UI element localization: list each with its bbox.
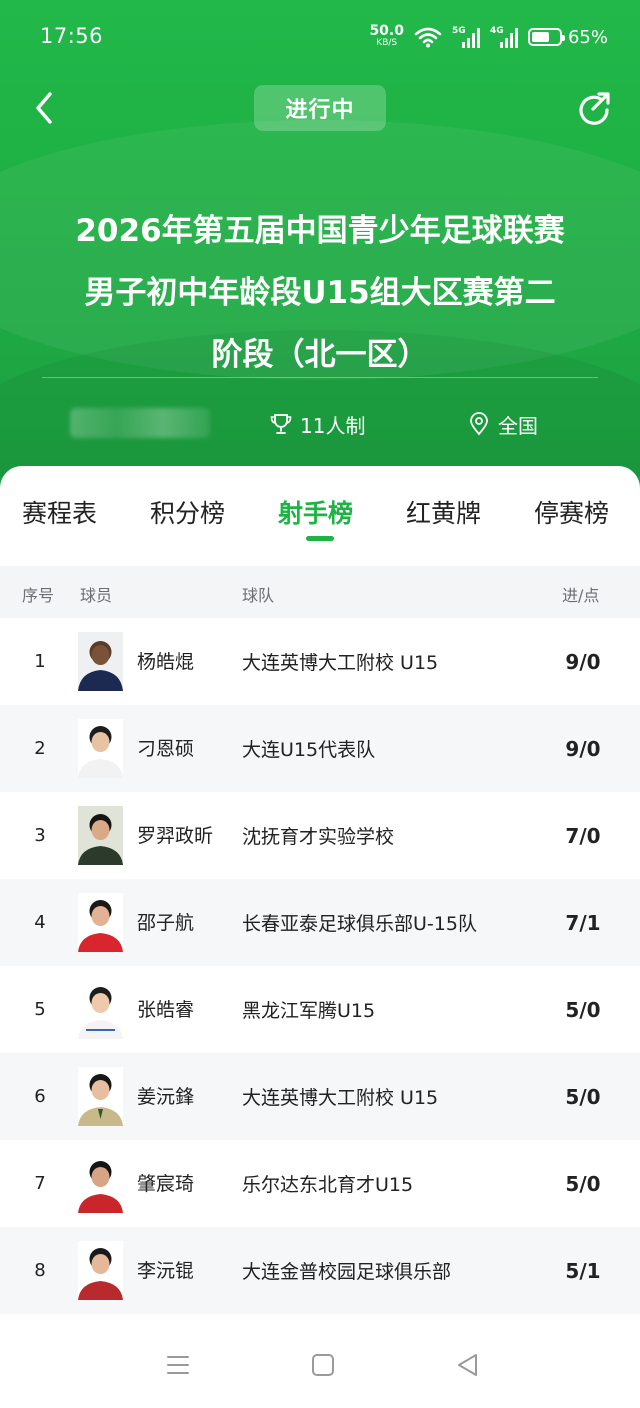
signal-5g-icon: 5G — [452, 26, 480, 48]
row-rank: 2 — [34, 738, 46, 759]
player-name: 刁恩硕 — [137, 737, 195, 760]
team-name: 大连英博大工附校 U15 — [242, 652, 439, 674]
header-goals: 进/点 — [562, 586, 600, 605]
row-rank: 3 — [34, 825, 46, 846]
trophy-icon — [270, 414, 292, 434]
table-header: 序号 球员 球队 进/点 — [0, 566, 640, 618]
match-format-label: 11人制 — [300, 413, 366, 438]
match-region-label: 全国 — [498, 413, 538, 438]
battery: 65% — [527, 26, 608, 48]
team-name: 乐尔达东北育才U15 — [242, 1174, 414, 1196]
table-row[interactable]: 7 肇宸琦 乐尔达东北育才U15 5/0 — [0, 1140, 640, 1227]
match-status-badge: 进行中 — [254, 85, 386, 131]
goals-penalties: 7/1 — [565, 910, 601, 935]
net-speed-value: 50.0 — [369, 23, 404, 39]
blurred-organizer-logo — [70, 408, 210, 438]
status-indicators: 50.0 KB/S 5G 4G 65% — [369, 22, 608, 52]
player-name: 杨皓焜 — [137, 650, 195, 673]
battery-percent: 65% — [567, 26, 608, 48]
table-row[interactable]: 4 邵子航 长春亚泰足球俱乐部U-15队 7/1 — [0, 879, 640, 966]
avatar — [78, 893, 123, 952]
wifi-icon — [414, 27, 442, 48]
row-rank: 5 — [34, 999, 46, 1020]
row-rank: 1 — [34, 651, 46, 672]
match-header: 17:56 50.0 KB/S 5G 4G 65% 进行中 2026年第五届中国… — [0, 0, 640, 500]
header-divider — [42, 377, 598, 378]
goals-penalties: 9/0 — [565, 649, 601, 674]
tab-suspensions[interactable]: 停赛榜 — [534, 494, 609, 530]
team-name: 大连金普校园足球俱乐部 — [242, 1261, 452, 1283]
goals-penalties: 5/1 — [565, 1258, 601, 1283]
system-nav-bar — [0, 1322, 640, 1408]
team-name: 长春亚泰足球俱乐部U-15队 — [242, 913, 477, 935]
scorers-table: 1 杨皓焜 大连英博大工附校 U15 9/0 2 刁恩硕 大连U15代表队 9/… — [0, 618, 640, 1314]
team-name: 黑龙江军腾U15 — [242, 1000, 376, 1022]
team-name: 大连英博大工附校 U15 — [242, 1087, 439, 1109]
match-region: 全国 — [468, 408, 538, 440]
active-tab-indicator — [306, 536, 334, 541]
tab-bar: 赛程表 积分榜 射手榜 红黄牌 停赛榜 — [0, 466, 640, 566]
row-rank: 8 — [34, 1260, 46, 1281]
net-speed-unit: KB/S — [376, 38, 398, 48]
header-rank: 序号 — [22, 586, 55, 605]
title-line-2: 男子初中年龄段U15组大区赛第二 — [84, 275, 556, 311]
battery-icon — [527, 28, 565, 46]
table-row[interactable]: 8 李沅锟 大连金普校园足球俱乐部 5/1 — [0, 1227, 640, 1314]
player-name: 邵子航 — [137, 911, 195, 934]
status-bar: 17:56 50.0 KB/S 5G 4G 65% — [0, 0, 640, 72]
avatar — [78, 1241, 123, 1300]
player-name: 姜沅鋒 — [137, 1085, 195, 1108]
avatar — [78, 719, 123, 778]
signal-5g-label: 5G — [451, 26, 466, 36]
player-name: 李沅锟 — [137, 1259, 195, 1282]
menu-icon[interactable] — [163, 1350, 193, 1380]
avatar — [78, 1154, 123, 1213]
goals-penalties: 5/0 — [565, 997, 601, 1022]
back-arrow-icon[interactable] — [26, 88, 66, 128]
tab-schedule[interactable]: 赛程表 — [22, 494, 97, 530]
team-name: 沈抚育才实验学校 — [242, 826, 395, 848]
table-row[interactable]: 2 刁恩硕 大连U15代表队 9/0 — [0, 705, 640, 792]
row-rank: 7 — [34, 1173, 46, 1194]
table-row[interactable]: 5 张皓睿 黑龙江军腾U15 5/0 — [0, 966, 640, 1053]
tab-scorers[interactable]: 射手榜 — [278, 494, 353, 530]
player-name: 罗羿政昕 — [137, 824, 214, 847]
avatar — [78, 632, 123, 691]
avatar — [78, 980, 123, 1039]
avatar — [78, 1067, 123, 1126]
player-name: 张皓睿 — [137, 998, 195, 1021]
tab-cards[interactable]: 红黄牌 — [406, 494, 481, 530]
header-team: 球队 — [242, 586, 275, 605]
title-line-1: 2026年第五届中国青少年足球联赛 — [75, 213, 565, 249]
table-row[interactable]: 3 罗羿政昕 沈抚育才实验学校 7/0 — [0, 792, 640, 879]
location-pin-icon — [470, 412, 488, 436]
match-format: 11人制 — [270, 408, 365, 440]
signal-4g-label: 4G — [489, 26, 504, 36]
net-speed: 50.0 KB/S — [369, 23, 404, 49]
competition-title: 2026年第五届中国青少年足球联赛 男子初中年龄段U15组大区赛第二 阶段（北一… — [30, 200, 610, 386]
table-row[interactable]: 6 姜沅鋒 大连英博大工附校 U15 5/0 — [0, 1053, 640, 1140]
header-player: 球员 — [80, 586, 113, 605]
row-rank: 6 — [34, 1086, 46, 1107]
share-icon[interactable] — [574, 88, 614, 128]
player-name: 肇宸琦 — [137, 1172, 195, 1195]
signal-4g-icon: 4G — [490, 26, 518, 48]
content-sheet: 赛程表 积分榜 射手榜 红黄牌 停赛榜 序号 球员 球队 进/点 1 杨皓焜 大… — [0, 466, 640, 1408]
goals-penalties: 5/0 — [565, 1171, 601, 1196]
team-name: 大连U15代表队 — [242, 739, 376, 761]
avatar — [78, 806, 123, 865]
status-time: 17:56 — [40, 24, 104, 48]
goals-penalties: 7/0 — [565, 823, 601, 848]
table-row[interactable]: 1 杨皓焜 大连英博大工附校 U15 9/0 — [0, 618, 640, 705]
goals-penalties: 5/0 — [565, 1084, 601, 1109]
row-rank: 4 — [34, 912, 46, 933]
tab-standings[interactable]: 积分榜 — [150, 494, 225, 530]
home-square-icon[interactable] — [308, 1350, 338, 1380]
goals-penalties: 9/0 — [565, 736, 601, 761]
back-triangle-icon[interactable] — [453, 1350, 483, 1380]
